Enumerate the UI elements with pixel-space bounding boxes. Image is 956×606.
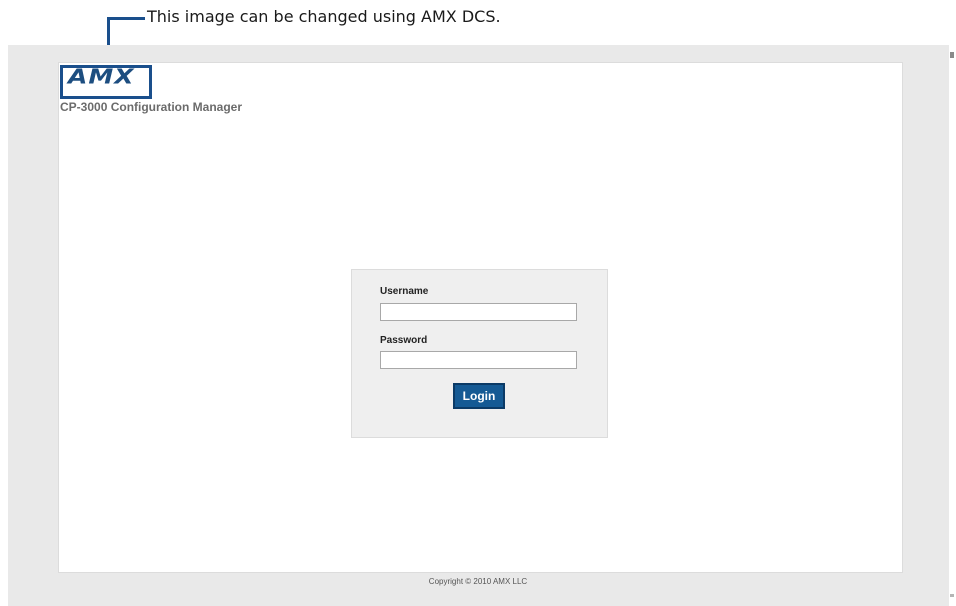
screenshot-root: This image can be changed using AMX DCS.…: [0, 0, 956, 606]
password-label: Password: [380, 335, 428, 346]
page-title: CP-3000 Configuration Manager: [60, 100, 243, 114]
callout-leader-line-horizontal: [107, 17, 145, 20]
scrollbar-up-arrow[interactable]: [950, 52, 954, 58]
password-input[interactable]: [380, 351, 577, 369]
login-button[interactable]: Login: [453, 383, 505, 409]
copyright-text: Copyright © 2010 AMX LLC: [428, 577, 528, 586]
logo-highlight-box: [60, 65, 152, 99]
username-label: Username: [380, 286, 429, 297]
callout-text: This image can be changed using AMX DCS.: [147, 7, 501, 26]
username-input[interactable]: [380, 303, 577, 321]
scrollbar-down-arrow[interactable]: [950, 594, 954, 597]
